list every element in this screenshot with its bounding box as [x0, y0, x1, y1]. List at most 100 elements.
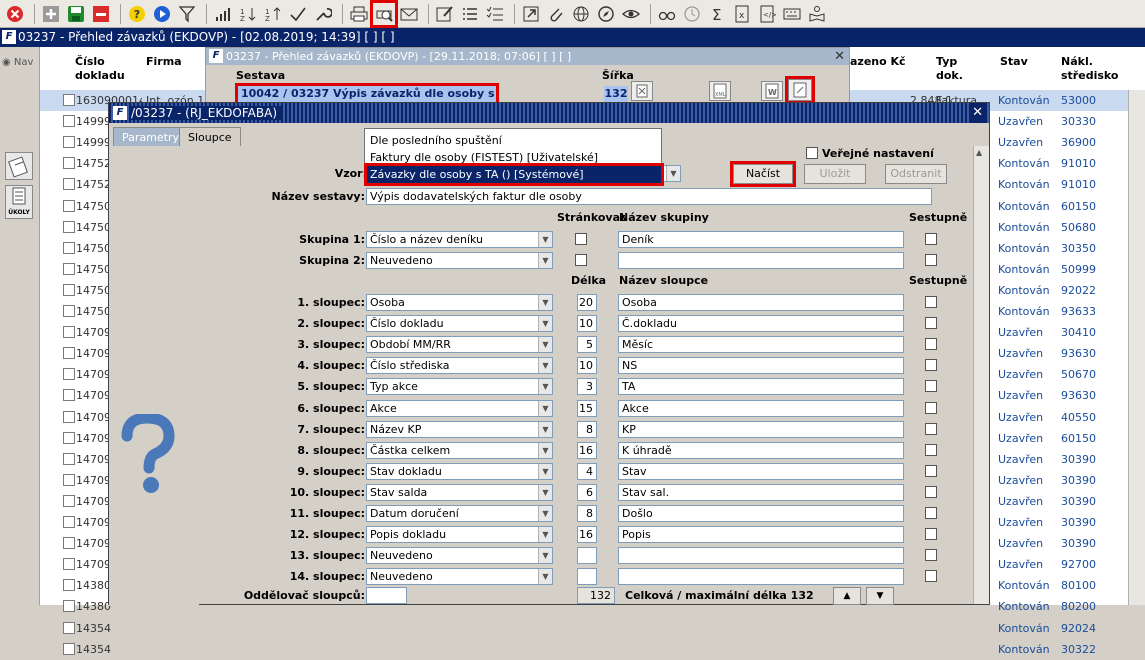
scroll-up-icon[interactable]: ▲: [976, 148, 982, 157]
nacist-button[interactable]: Načíst: [730, 161, 796, 187]
column-length-input[interactable]: 16: [577, 526, 597, 544]
column-name-input[interactable]: Stav: [618, 462, 904, 480]
column-header-zaplaceno[interactable]: azeno Kč: [850, 55, 906, 69]
column-length-input[interactable]: 10: [577, 315, 597, 333]
column-sestupne-checkbox[interactable]: [925, 485, 937, 498]
chevron-down-icon[interactable]: ▼: [538, 506, 552, 521]
table-row[interactable]: 14354 Kontován 30322: [40, 639, 1145, 660]
delete-icon[interactable]: [90, 3, 112, 25]
chevron-down-icon[interactable]: ▼: [538, 358, 552, 374]
sort-desc-icon[interactable]: 1Z: [262, 3, 284, 25]
xml-export-icon[interactable]: XML: [709, 81, 731, 101]
column-sestupne-checkbox[interactable]: [925, 528, 937, 541]
row-checkbox[interactable]: [63, 94, 75, 106]
group-sestupne-checkbox[interactable]: [925, 254, 937, 266]
chevron-down-icon[interactable]: ▼: [666, 166, 680, 181]
row-checkbox[interactable]: [63, 347, 75, 360]
column-header-nakl-stredisko[interactable]: Nákl. středisko: [1061, 55, 1118, 83]
nazev-sestavy-input[interactable]: Výpis dodavatelských faktur dle osoby: [366, 188, 932, 205]
eye-icon[interactable]: [620, 3, 642, 25]
column-length-input[interactable]: 3: [577, 378, 597, 396]
column-length-input[interactable]: 5: [577, 336, 597, 354]
chevron-down-icon[interactable]: ▼: [538, 484, 552, 500]
chevron-down-icon[interactable]: ▼: [538, 400, 552, 416]
code-icon[interactable]: </>: [756, 3, 778, 25]
table-row[interactable]: 14354 Kontován 92024: [40, 618, 1145, 639]
nav-button[interactable]: ◉ Nav: [2, 57, 33, 68]
vzor-option[interactable]: Dle posledního spuštění: [367, 132, 661, 149]
vzor-option-selected[interactable]: Závazky dle osoby s TA () [Systémové]: [364, 163, 664, 186]
column-select[interactable]: Popis dokladu ▼: [366, 526, 553, 544]
column-select[interactable]: Akce ▼: [366, 399, 553, 417]
column-sestupne-checkbox[interactable]: [925, 464, 937, 477]
column-header-typ-dok[interactable]: Typ dok.: [936, 55, 963, 83]
column-header-cislo-dokladu[interactable]: Číslo dokladu: [75, 55, 125, 83]
help-icon[interactable]: ?: [126, 3, 148, 25]
row-checkbox[interactable]: [63, 283, 75, 296]
column-sestupne-checkbox[interactable]: [925, 296, 937, 308]
column-name-input[interactable]: Akce: [618, 399, 904, 417]
row-checkbox[interactable]: [63, 516, 75, 528]
column-name-input[interactable]: Popis: [618, 526, 904, 544]
column-select[interactable]: Datum doručení ▼: [366, 505, 553, 522]
oddelovac-input[interactable]: [366, 587, 407, 604]
close-dialog-icon[interactable]: ✕: [970, 103, 985, 123]
row-checkbox[interactable]: [63, 431, 75, 444]
tab-parametry[interactable]: Parametry: [113, 127, 188, 146]
row-checkbox[interactable]: [63, 579, 75, 592]
column-length-input[interactable]: 6: [577, 483, 597, 501]
ulozit-button[interactable]: Uložit: [804, 164, 866, 184]
column-sestupne-checkbox[interactable]: [925, 380, 937, 393]
column-select[interactable]: Neuvedeno ▼: [366, 547, 553, 565]
verejne-checkbox[interactable]: [806, 147, 818, 159]
column-header-firma[interactable]: Firma: [146, 55, 182, 69]
column-length-input[interactable]: [577, 547, 597, 565]
row-checkbox[interactable]: [63, 621, 75, 634]
group-sestupne-checkbox[interactable]: [925, 233, 937, 245]
chevron-down-icon[interactable]: ▼: [538, 316, 552, 332]
chevron-down-icon[interactable]: ▼: [538, 379, 552, 395]
column-length-input[interactable]: [577, 568, 597, 586]
edit-icon[interactable]: [434, 3, 456, 25]
column-length-input[interactable]: 4: [577, 462, 597, 480]
play-icon[interactable]: [151, 3, 173, 25]
chevron-down-icon[interactable]: ▼: [538, 569, 552, 585]
globe-icon[interactable]: [570, 3, 592, 25]
print-icon[interactable]: [348, 3, 370, 25]
mail-icon[interactable]: [398, 3, 420, 25]
column-header-stav[interactable]: Stav: [1000, 55, 1028, 69]
vzor-option[interactable]: Faktury dle osoby (FISTEST) [Uživatelské…: [367, 149, 661, 166]
row-checkbox[interactable]: [63, 389, 75, 402]
column-sestupne-checkbox[interactable]: [925, 338, 937, 351]
column-length-input[interactable]: 15: [577, 399, 597, 417]
chart-bars-icon[interactable]: [212, 3, 234, 25]
column-sestupne-checkbox[interactable]: [925, 549, 937, 562]
row-checkbox[interactable]: [63, 136, 75, 149]
column-length-input[interactable]: 10: [577, 357, 597, 375]
chevron-down-icon[interactable]: ▼: [538, 548, 552, 564]
excel-export-icon[interactable]: [631, 81, 653, 101]
group-select[interactable]: Neuvedeno ▼: [366, 252, 553, 269]
column-sestupne-checkbox[interactable]: [925, 401, 937, 414]
row-checkbox[interactable]: [63, 178, 75, 191]
attach-icon[interactable]: [545, 3, 567, 25]
column-name-input[interactable]: Došlo: [618, 505, 904, 522]
row-checkbox[interactable]: [63, 220, 75, 233]
column-select[interactable]: Stav dokladu ▼: [366, 462, 553, 480]
chevron-down-icon[interactable]: ▼: [538, 232, 552, 247]
column-name-input[interactable]: Stav sal.: [618, 483, 904, 501]
column-sestupne-checkbox[interactable]: [925, 317, 937, 330]
column-length-input[interactable]: 20: [577, 294, 597, 311]
row-checkbox[interactable]: [63, 305, 75, 317]
column-name-input[interactable]: KP: [618, 420, 904, 438]
person-book-icon[interactable]: [806, 3, 828, 25]
column-name-input[interactable]: NS: [618, 357, 904, 375]
row-checkbox[interactable]: [63, 642, 75, 655]
strankovat-checkbox[interactable]: [575, 254, 587, 266]
glasses-icon[interactable]: [656, 3, 678, 25]
column-select[interactable]: Neuvedeno ▼: [366, 568, 553, 586]
odstranit-button[interactable]: Odstranit: [885, 164, 947, 184]
column-length-input[interactable]: 8: [577, 420, 597, 438]
row-checkbox[interactable]: [63, 115, 75, 128]
column-select[interactable]: Typ akce ▼: [366, 378, 553, 396]
